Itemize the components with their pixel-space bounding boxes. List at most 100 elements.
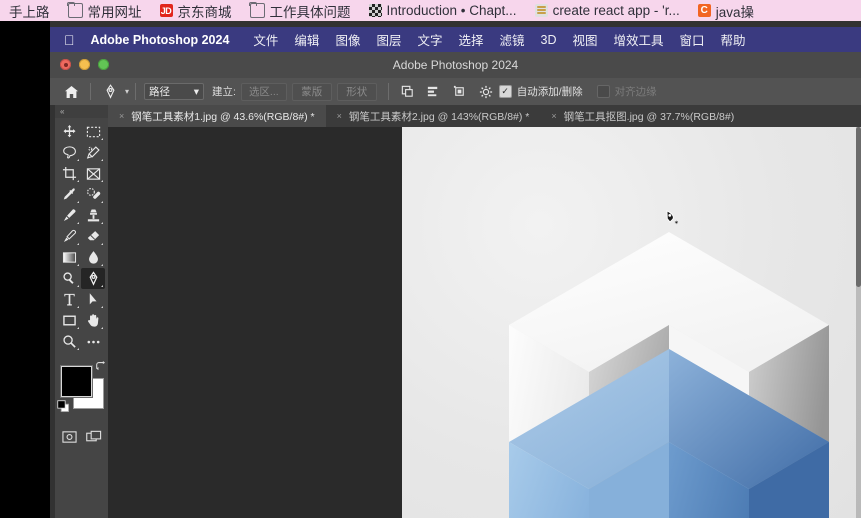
- color-swatches: [55, 358, 108, 428]
- align-edges-checkbox[interactable]: [596, 85, 610, 98]
- screen-mode-icon[interactable]: [85, 430, 102, 449]
- path-arrangement-icon[interactable]: [447, 81, 473, 103]
- divider: [135, 83, 137, 100]
- tools-panel-collapse-handle[interactable]: «: [55, 105, 108, 118]
- make-selection-button[interactable]: 选区...: [240, 82, 287, 101]
- make-mask-button[interactable]: 蒙版: [291, 82, 332, 101]
- bookmark-item[interactable]: 手上路: [0, 0, 59, 21]
- pen-tool[interactable]: [81, 268, 105, 289]
- folder-icon: [66, 2, 83, 18]
- menu-item-view[interactable]: 视图: [565, 30, 606, 49]
- brush-tool[interactable]: [57, 205, 81, 226]
- document-tab-label: 钢笔工具素材1.jpg @ 43.6%(RGB/8#) *: [131, 110, 315, 123]
- bookmark-label: create react app - 'r...: [552, 3, 680, 18]
- document-tab-2[interactable]: × 钢笔工具素材2.jpg @ 143%(RGB/8#) *: [325, 105, 541, 127]
- mode-select-value: 路径: [149, 86, 171, 98]
- close-button[interactable]: [60, 59, 71, 70]
- bookmark-item[interactable]: Introduction • Chapt...: [360, 0, 526, 21]
- path-operations-icon[interactable]: [395, 81, 421, 103]
- window-title-bar: Adobe Photoshop 2024: [50, 52, 861, 78]
- bookmark-item[interactable]: C java操: [689, 0, 763, 21]
- bookmark-item[interactable]: 工作具体问题: [241, 0, 360, 21]
- pen-tool-icon[interactable]: [97, 81, 123, 103]
- path-selection-tool[interactable]: [81, 289, 105, 310]
- eraser-tool[interactable]: [81, 226, 105, 247]
- blur-tool[interactable]: [81, 247, 105, 268]
- document-tab-bar: × 钢笔工具素材1.jpg @ 43.6%(RGB/8#) * × 钢笔工具素材…: [108, 105, 861, 127]
- close-icon[interactable]: ×: [337, 111, 342, 121]
- menu-item-layer[interactable]: 图层: [368, 30, 409, 49]
- type-tool[interactable]: [57, 289, 81, 310]
- menu-item-image[interactable]: 图像: [327, 30, 368, 49]
- app-name-label: Adobe Photoshop 2024: [80, 32, 230, 47]
- menu-item-select[interactable]: 选择: [450, 30, 491, 49]
- foreground-color-swatch[interactable]: [61, 366, 92, 397]
- apple-logo-icon[interactable]: : [64, 33, 75, 47]
- screen: 手上路 常用网址 JD 京东商城 工作具体问题 Introduction • C…: [0, 0, 861, 518]
- gear-icon[interactable]: [473, 81, 499, 103]
- make-shape-button[interactable]: 形状: [336, 82, 377, 101]
- window-title: Adobe Photoshop 2024: [392, 58, 519, 72]
- hand-tool[interactable]: [81, 310, 105, 331]
- default-colors-icon[interactable]: [57, 400, 70, 413]
- zoom-button[interactable]: [98, 59, 109, 70]
- crop-tool[interactable]: [57, 163, 81, 184]
- mac-menu-bar:  Adobe Photoshop 2024 文件 编辑 图像 图层 文字 选择…: [50, 27, 861, 52]
- menu-item-plugins[interactable]: 增效工具: [606, 30, 672, 49]
- quick-mask-icon[interactable]: [61, 430, 77, 449]
- swap-colors-icon[interactable]: [95, 360, 107, 372]
- desktop-background: [0, 21, 50, 518]
- edit-toolbar-tool[interactable]: [81, 331, 105, 352]
- chevron-down-icon[interactable]: ▾: [125, 87, 129, 96]
- traffic-lights: [60, 59, 109, 70]
- tools-grid: [55, 118, 108, 352]
- document-canvas[interactable]: [402, 127, 861, 518]
- document-tab-label: 钢笔工具抠图.jpg @ 37.7%(RGB/8#): [563, 110, 735, 123]
- pen-tool-cursor: [666, 210, 679, 225]
- menu-item-help[interactable]: 帮助: [713, 30, 754, 49]
- history-brush-tool[interactable]: [57, 226, 81, 247]
- bookmark-item[interactable]: JD 京东商城: [151, 0, 241, 21]
- menu-item-3d[interactable]: 3D: [533, 33, 565, 47]
- menu-item-type[interactable]: 文字: [409, 30, 450, 49]
- menu-item-window[interactable]: 窗口: [672, 30, 713, 49]
- canvas-vertical-scrollbar[interactable]: [856, 127, 861, 518]
- bookmark-item[interactable]: 常用网址: [59, 0, 151, 21]
- menu-item-filter[interactable]: 滤镜: [492, 30, 533, 49]
- bookmark-item[interactable]: create react app - 'r...: [526, 0, 689, 21]
- tools-panel: «: [55, 105, 108, 518]
- canvas-workspace[interactable]: [108, 127, 861, 518]
- rectangle-tool[interactable]: [57, 310, 81, 331]
- eyedropper-tool[interactable]: [57, 184, 81, 205]
- create-label: 建立:: [212, 86, 236, 98]
- zoom-tool[interactable]: [57, 331, 81, 352]
- gradient-tool[interactable]: [57, 247, 81, 268]
- move-tool[interactable]: [57, 121, 81, 142]
- document-tab-3[interactable]: × 钢笔工具抠图.jpg @ 37.7%(RGB/8#): [540, 105, 746, 127]
- mode-select[interactable]: 路径 ▾: [144, 83, 205, 100]
- lasso-tool[interactable]: [57, 142, 81, 163]
- path-alignment-icon[interactable]: [421, 81, 447, 103]
- bookmark-label: Introduction • Chapt...: [386, 3, 517, 18]
- quick-selection-tool[interactable]: [81, 142, 105, 163]
- close-icon[interactable]: ×: [119, 111, 124, 121]
- spot-healing-brush-tool[interactable]: [81, 184, 105, 205]
- close-icon[interactable]: ×: [551, 111, 556, 121]
- checker-icon: [368, 4, 382, 17]
- scrollbar-thumb[interactable]: [856, 127, 861, 287]
- home-icon[interactable]: [58, 81, 84, 103]
- clone-stamp-tool[interactable]: [81, 205, 105, 226]
- document-tab-1[interactable]: × 钢笔工具素材1.jpg @ 43.6%(RGB/8#) *: [108, 105, 326, 127]
- browser-bookmarks-bar: 手上路 常用网址 JD 京东商城 工作具体问题 Introduction • C…: [0, 0, 861, 21]
- bookmark-label: 京东商城: [177, 4, 232, 20]
- dodge-tool[interactable]: [57, 268, 81, 289]
- frame-tool[interactable]: [81, 163, 105, 184]
- isometric-cube-artwork: [509, 232, 829, 518]
- minimize-button[interactable]: [79, 59, 90, 70]
- menu-item-edit[interactable]: 编辑: [286, 30, 327, 49]
- menu-item-file[interactable]: 文件: [245, 30, 286, 49]
- bookmark-label: 手上路: [9, 4, 50, 20]
- chevron-down-icon: ▾: [193, 85, 200, 98]
- rectangular-marquee-tool[interactable]: [81, 121, 105, 142]
- auto-add-delete-checkbox[interactable]: ✓: [498, 85, 512, 98]
